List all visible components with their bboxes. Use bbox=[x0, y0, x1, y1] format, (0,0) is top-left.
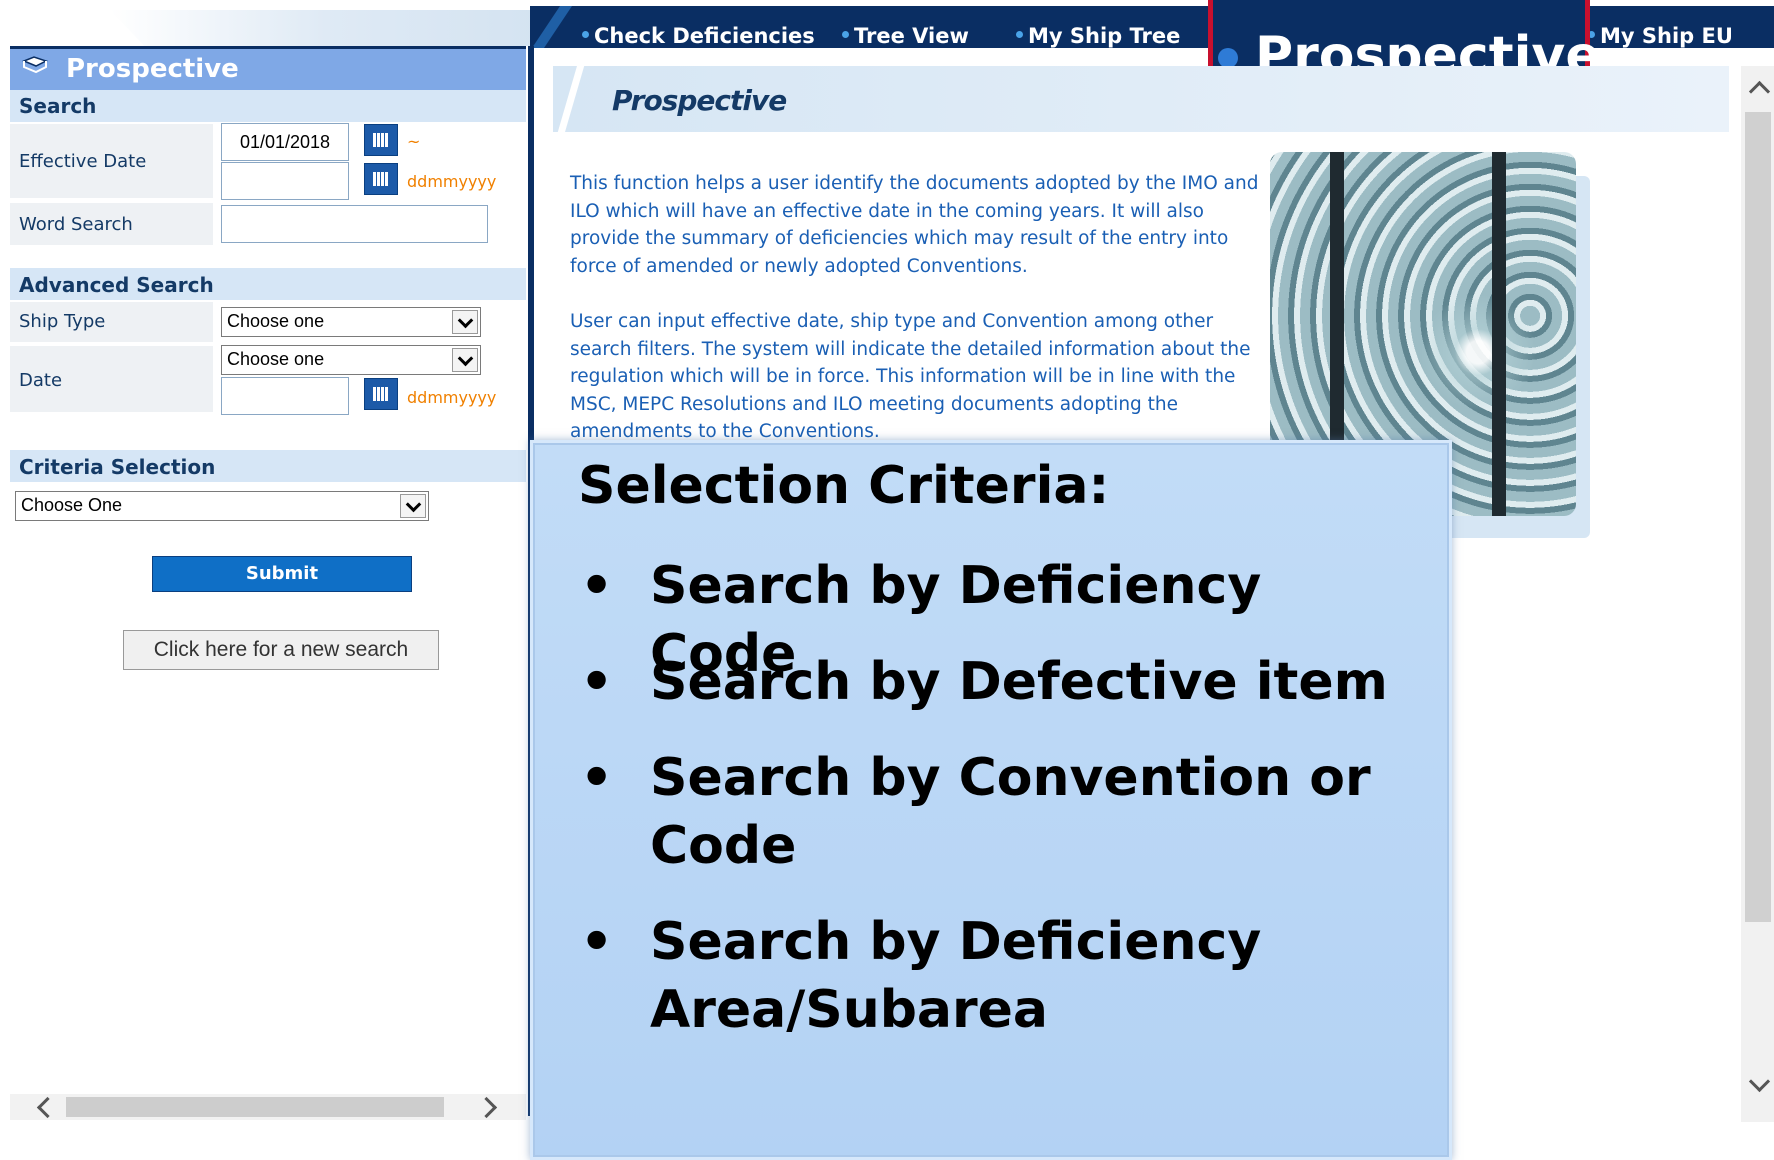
book-icon bbox=[22, 56, 48, 74]
submit-button[interactable]: Submit bbox=[152, 556, 412, 592]
nav-label: Check Deficiencies bbox=[594, 24, 815, 48]
vertical-scrollbar-thumb[interactable] bbox=[1745, 112, 1771, 922]
calendar-icon[interactable] bbox=[364, 124, 398, 156]
ship-type-selected: Choose one bbox=[227, 311, 325, 331]
criteria-item: Search by Convention or Code bbox=[650, 748, 1371, 876]
ship-type-label: Ship Type bbox=[19, 311, 106, 332]
nav-left-decoration bbox=[110, 10, 540, 46]
chevron-down-icon[interactable] bbox=[452, 348, 478, 372]
overlay-title: Selection Criteria: bbox=[578, 456, 1110, 516]
usage-paragraph: User can input effective date, ship type… bbox=[570, 311, 1251, 442]
effective-date-label: Effective Date bbox=[19, 151, 147, 172]
search-section-title: Search bbox=[19, 94, 97, 118]
nav-label: My Ship EU bbox=[1600, 24, 1733, 48]
nav-my-ship-eu[interactable]: My Ship EU bbox=[1588, 24, 1733, 48]
bullet-dot-icon bbox=[1218, 48, 1238, 68]
date-type-select[interactable]: Choose one bbox=[221, 345, 481, 375]
bullet-icon: • bbox=[580, 912, 614, 972]
calendar-icon[interactable] bbox=[364, 378, 398, 410]
date-label: Date bbox=[19, 370, 63, 391]
chevron-down-icon[interactable] bbox=[400, 494, 426, 518]
advanced-search-title: Advanced Search bbox=[19, 273, 214, 297]
criteria-item: Search by Defective item bbox=[650, 652, 1388, 712]
lens-frame-bar bbox=[1492, 152, 1506, 516]
bullet-icon: • bbox=[580, 652, 614, 712]
bullet-dot-icon bbox=[1016, 30, 1023, 38]
calendar-icon[interactable] bbox=[364, 163, 398, 195]
nav-my-ship-tree[interactable]: My Ship Tree bbox=[1016, 24, 1180, 48]
bullet-dot-icon bbox=[842, 30, 849, 38]
chevron-down-icon[interactable] bbox=[452, 310, 478, 334]
nav-check-deficiencies[interactable]: Check Deficiencies bbox=[582, 24, 815, 48]
date-format-hint: ddmmyyyy bbox=[407, 172, 497, 191]
date-input[interactable] bbox=[221, 377, 349, 415]
bullet-dot-icon bbox=[582, 30, 589, 38]
nav-label: My Ship Tree bbox=[1028, 24, 1181, 48]
horizontal-scrollbar-thumb[interactable] bbox=[66, 1097, 444, 1117]
word-search-label: Word Search bbox=[19, 214, 133, 235]
intro-paragraph: This function helps a user identify the … bbox=[570, 173, 1259, 277]
bullet-icon: • bbox=[580, 556, 614, 616]
sidebar-title: Prospective bbox=[66, 54, 239, 84]
criteria-selected: Choose One bbox=[21, 495, 123, 515]
new-search-button[interactable]: Click here for a new search bbox=[123, 630, 439, 670]
nav-tree-view[interactable]: Tree View bbox=[842, 24, 969, 48]
page-title: Prospective bbox=[612, 84, 787, 117]
effective-date-from-input[interactable]: 01/01/2018 bbox=[221, 123, 349, 161]
date-format-hint: ddmmyyyy bbox=[407, 388, 497, 407]
criteria-select[interactable]: Choose One bbox=[15, 491, 429, 521]
word-search-input[interactable] bbox=[221, 205, 488, 243]
criteria-item: Search by Deficiency Area/Subarea bbox=[650, 912, 1262, 1040]
nav-label: Tree View bbox=[854, 24, 969, 48]
date-type-selected: Choose one bbox=[227, 349, 325, 369]
date-range-tilde: ~ bbox=[407, 132, 421, 151]
effective-date-to-input[interactable] bbox=[221, 162, 349, 200]
criteria-selection-title: Criteria Selection bbox=[19, 455, 216, 479]
bullet-icon: • bbox=[580, 748, 614, 808]
ship-type-select[interactable]: Choose one bbox=[221, 307, 481, 337]
